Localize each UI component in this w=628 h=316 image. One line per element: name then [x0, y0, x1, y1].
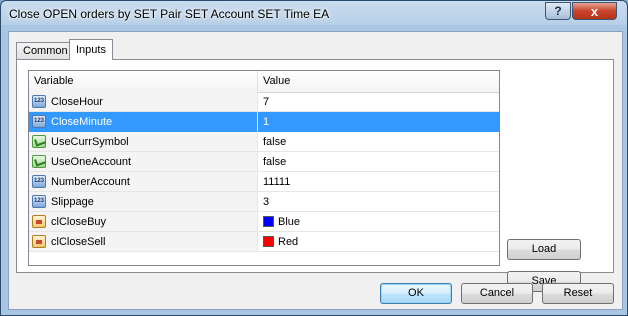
cancel-button[interactable]: Cancel	[461, 283, 533, 304]
value-cell[interactable]: false	[258, 132, 499, 152]
load-button[interactable]: Load	[507, 239, 581, 260]
inputs-grid: Variable Value 123 CloseHour 7 123 CloseMi…	[28, 70, 500, 266]
color-icon	[32, 215, 46, 228]
number-icon: 123	[32, 195, 46, 208]
variable-name: NumberAccount	[51, 176, 130, 188]
table-row[interactable]: UseOneAccount false	[29, 152, 499, 172]
value-cell[interactable]: 7	[258, 92, 499, 112]
value-cell[interactable]: Red	[258, 232, 499, 252]
number-icon: 123	[32, 95, 46, 108]
variable-name: CloseHour	[51, 96, 103, 108]
color-name: Red	[278, 236, 299, 248]
variable-name: CloseMinute	[51, 116, 113, 128]
variable-name: Slippage	[51, 196, 94, 208]
reset-button[interactable]: Reset	[542, 283, 614, 304]
table-row[interactable]: UseCurrSymbol false	[29, 132, 499, 152]
value-cell[interactable]: false	[258, 152, 499, 172]
grid-header: Variable Value	[29, 71, 499, 93]
value-cell[interactable]: Blue	[258, 212, 499, 232]
title-bar[interactable]: Close OPEN orders by SET Pair SET Accoun…	[1, 1, 627, 26]
table-row[interactable]: clCloseBuy Blue	[29, 212, 499, 232]
table-row[interactable]: 123 CloseHour 7	[29, 92, 499, 112]
dialog-body: Common Inputs Variable Value 123 CloseHou…	[8, 31, 623, 310]
column-header-variable[interactable]: Variable	[29, 71, 258, 92]
variable-name: clCloseBuy	[51, 216, 107, 228]
value-cell[interactable]: 3	[258, 192, 499, 212]
variable-name: clCloseSell	[51, 236, 106, 248]
window-title: Close OPEN orders by SET Pair SET Accoun…	[9, 7, 330, 21]
value-cell[interactable]: 1	[258, 112, 499, 132]
number-icon: 123	[32, 115, 46, 128]
table-row[interactable]: clCloseSell Red	[29, 232, 499, 252]
color-swatch-blue	[263, 216, 274, 227]
tab-inputs[interactable]: Inputs	[69, 39, 113, 60]
table-row[interactable]: 123 NumberAccount 11111	[29, 172, 499, 192]
column-header-value[interactable]: Value	[258, 71, 499, 92]
boolean-icon	[32, 135, 46, 148]
tab-common[interactable]: Common	[16, 42, 75, 59]
help-button[interactable]: ?	[545, 2, 571, 20]
dialog-window: Close OPEN orders by SET Pair SET Accoun…	[0, 0, 628, 316]
ok-button[interactable]: OK	[380, 283, 452, 304]
inputs-panel: Variable Value 123 CloseHour 7 123 CloseMi…	[16, 59, 614, 292]
close-button[interactable]: x	[572, 2, 617, 20]
table-row-selected[interactable]: 123 CloseMinute 1	[29, 112, 499, 132]
variable-name: UseOneAccount	[51, 156, 132, 168]
number-icon: 123	[32, 175, 46, 188]
table-row[interactable]: 123 Slippage 3	[29, 192, 499, 212]
value-cell[interactable]: 11111	[258, 172, 499, 192]
color-icon	[32, 235, 46, 248]
boolean-icon	[32, 155, 46, 168]
variable-name: UseCurrSymbol	[51, 136, 129, 148]
color-name: Blue	[278, 216, 301, 228]
color-swatch-red	[263, 236, 274, 247]
